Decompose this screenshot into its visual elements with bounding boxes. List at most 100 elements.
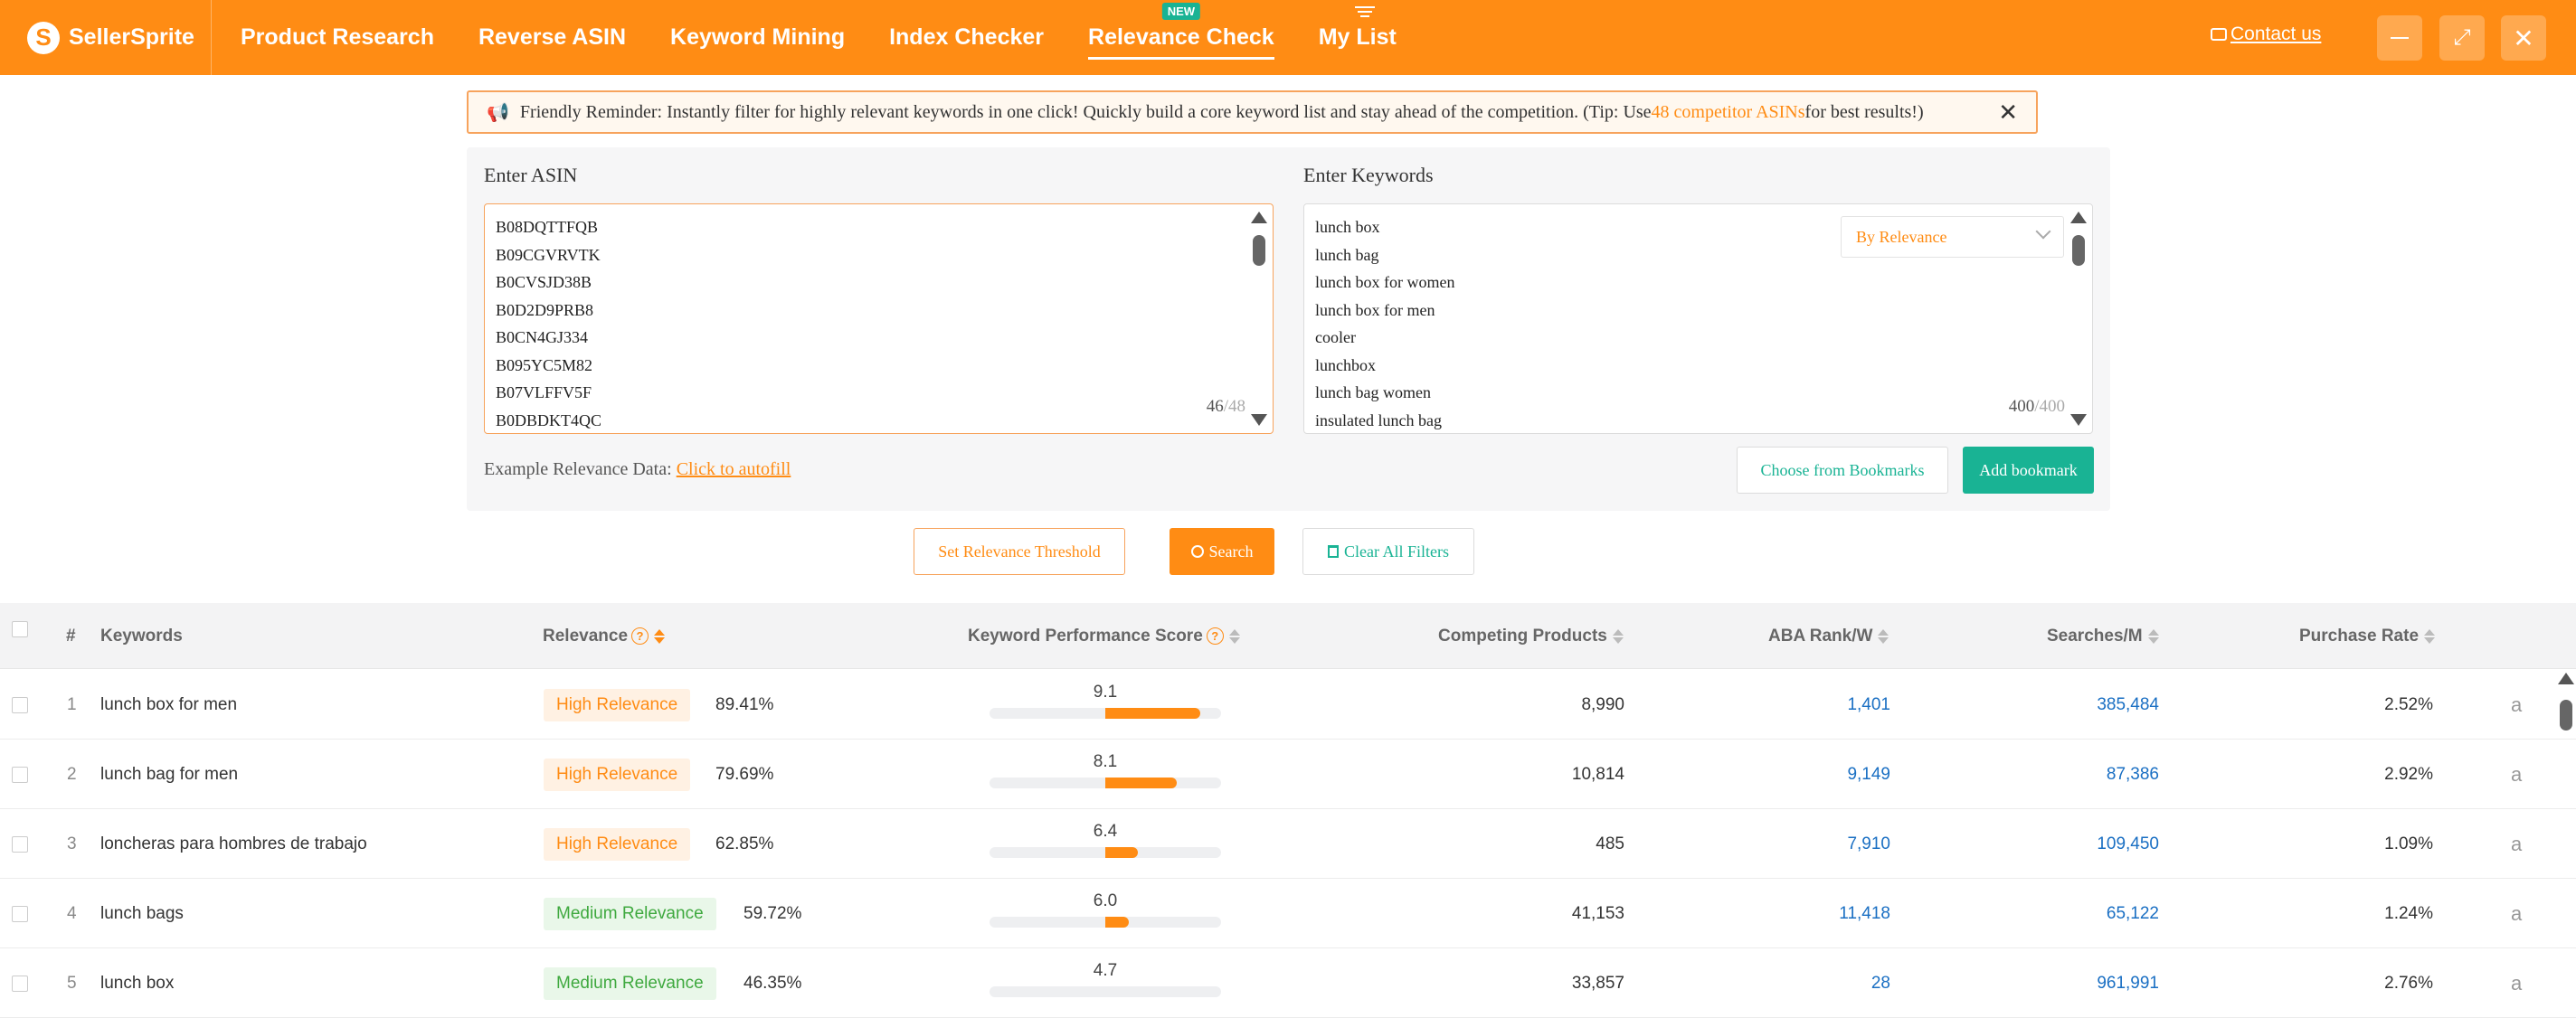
row-checkbox[interactable] — [12, 836, 28, 853]
scrollbar-thumb[interactable] — [1253, 235, 1265, 266]
competing-products: 485 — [1596, 834, 1624, 853]
aba-rank-link[interactable]: 7,910 — [1847, 809, 1890, 879]
row-checkbox[interactable] — [12, 906, 28, 922]
purchase-rate: 2.92% — [2384, 764, 2433, 784]
keyword-line: lunch bag women — [1315, 383, 1431, 401]
table-row[interactable]: 1 lunch box for men High Relevance 89.41% 9.… — [0, 670, 2576, 740]
scrollbar-thumb[interactable] — [2072, 235, 2085, 266]
sort-icon[interactable] — [1878, 628, 1889, 644]
chevron-down-icon — [2035, 223, 2051, 240]
autofill-link[interactable]: Click to autofill — [677, 459, 791, 479]
header-searches[interactable]: Searches/M — [2047, 603, 2159, 669]
keywords-textarea[interactable]: lunch box lunch bag lunch box for women lun… — [1303, 203, 2093, 434]
competing-products: 41,153 — [1571, 903, 1624, 923]
header-relevance[interactable]: Relevance? — [543, 603, 666, 669]
sort-icon[interactable] — [654, 628, 666, 644]
aba-rank-link[interactable]: 1,401 — [1847, 670, 1890, 740]
search-button[interactable]: Search — [1170, 528, 1274, 575]
nav-index-checker[interactable]: Index Checker — [889, 0, 1044, 75]
row-checkbox[interactable] — [12, 697, 28, 713]
asin-count: 46/48 — [1206, 397, 1245, 416]
sort-icon[interactable] — [1612, 628, 1624, 644]
table-scrollbar-thumb[interactable] — [2560, 700, 2572, 731]
searches-link[interactable]: 109,450 — [2097, 809, 2159, 879]
clear-filters-button[interactable]: Clear All Filters — [1302, 528, 1474, 575]
searches-link[interactable]: 961,991 — [2097, 948, 2159, 1018]
keyword-cell[interactable]: lunch bag for men — [100, 740, 238, 809]
competing-products: 33,857 — [1571, 973, 1624, 993]
row-checkbox[interactable] — [12, 767, 28, 783]
reminder-suffix: for best results!) — [1804, 101, 1924, 122]
scroll-up-icon[interactable] — [1251, 212, 1267, 223]
asin-textarea[interactable]: B08DQTTFQB B09CGVRVTK B0CVSJD38B B0D2D9PRB8… — [484, 203, 1274, 434]
row-checkbox[interactable] — [12, 976, 28, 992]
keyword-line: lunch box for women — [1315, 273, 1455, 291]
logo[interactable]: S SellerSprite — [0, 0, 212, 75]
scroll-up-icon[interactable] — [2558, 673, 2574, 684]
nav-relevance-check[interactable]: NEW Relevance Check — [1088, 0, 1274, 75]
purchase-rate: 2.52% — [2384, 694, 2433, 714]
keyword-cell[interactable]: lunch box — [100, 948, 174, 1018]
score-gauge: 6.4 — [990, 822, 1221, 858]
table-row[interactable]: 2 lunch bag for men High Relevance 79.69% 8.… — [0, 740, 2576, 809]
nav-reverse-asin[interactable]: Reverse ASIN — [478, 0, 626, 75]
minimize-button[interactable] — [2377, 15, 2422, 61]
amazon-icon[interactable]: a — [2511, 763, 2522, 787]
table-row[interactable]: 5 lunch box Medium Relevance 46.35% 4.7 33,85… — [0, 948, 2576, 1018]
relevance-percent: 62.85% — [715, 834, 774, 853]
maximize-button[interactable]: ⤢ — [2439, 15, 2485, 61]
sort-icon[interactable] — [2147, 628, 2159, 644]
asin-line: B08DQTTFQB — [496, 218, 599, 236]
reminder-close-icon[interactable]: ✕ — [1998, 99, 2018, 127]
header-aba-rank[interactable]: ABA Rank/W — [1768, 603, 1889, 669]
header-keywords: Keywords — [100, 626, 183, 646]
header-score[interactable]: Keyword Performance Score? — [968, 603, 1240, 669]
sort-icon[interactable] — [2424, 628, 2436, 644]
amazon-icon[interactable]: a — [2511, 693, 2522, 717]
table-row[interactable]: 4 lunch bags Medium Relevance 59.72% 6.0 41,1… — [0, 879, 2576, 948]
aba-rank-link[interactable]: 28 — [1871, 948, 1890, 1018]
nav-keyword-mining[interactable]: Keyword Mining — [670, 0, 845, 75]
asin-list: B08DQTTFQB B09CGVRVTK B0CVSJD38B B0D2D9PRB8… — [496, 213, 601, 433]
sort-icon[interactable] — [1228, 628, 1240, 644]
score-bar — [990, 778, 1221, 788]
searches-link[interactable]: 87,386 — [2107, 740, 2159, 809]
relevance-badge: High Relevance — [544, 688, 691, 721]
scroll-up-icon[interactable] — [2070, 212, 2087, 223]
keyword-cell[interactable]: loncheras para hombres de trabajo — [100, 809, 367, 879]
close-window-button[interactable]: ✕ — [2501, 15, 2546, 61]
add-bookmark-button[interactable]: Add bookmark — [1963, 447, 2094, 494]
set-threshold-button[interactable]: Set Relevance Threshold — [914, 528, 1125, 575]
score-value: 9.1 — [1093, 683, 1118, 702]
header-competing[interactable]: Competing Products — [1438, 603, 1624, 669]
searches-link[interactable]: 385,484 — [2097, 670, 2159, 740]
help-icon[interactable]: ? — [631, 627, 649, 645]
amazon-icon[interactable]: a — [2511, 902, 2522, 926]
contact-us-link[interactable]: Contact us — [2211, 24, 2321, 45]
example-data: Example Relevance Data: Click to autofil… — [484, 459, 791, 479]
scroll-down-icon[interactable] — [1251, 414, 1267, 426]
scroll-down-icon[interactable] — [2070, 414, 2087, 426]
amazon-icon[interactable]: a — [2511, 972, 2522, 995]
table-row[interactable]: 3 loncheras para hombres de trabajo High R… — [0, 809, 2576, 879]
keyword-cell[interactable]: lunch bags — [100, 879, 184, 948]
help-icon[interactable]: ? — [1206, 627, 1224, 645]
aba-rank-link[interactable]: 11,418 — [1839, 879, 1890, 948]
asin-line: B0D2D9PRB8 — [496, 300, 594, 319]
select-all-checkbox[interactable] — [12, 621, 28, 637]
amazon-icon[interactable]: a — [2511, 833, 2522, 856]
asin-line: B0CVSJD38B — [496, 273, 592, 291]
aba-rank-link[interactable]: 9,149 — [1847, 740, 1890, 809]
score-gauge: 4.7 — [990, 961, 1221, 997]
score-gauge: 9.1 — [990, 683, 1221, 719]
competing-products: 8,990 — [1581, 694, 1624, 714]
header-purchase-rate[interactable]: Purchase Rate — [2299, 603, 2436, 669]
sort-select[interactable]: By Relevance — [1841, 216, 2064, 258]
choose-bookmarks-button[interactable]: Choose from Bookmarks — [1737, 447, 1948, 494]
reminder-highlight: 48 competitor ASINs — [1651, 101, 1805, 122]
nav-product-research[interactable]: Product Research — [241, 0, 434, 75]
nav-my-list[interactable]: My List — [1319, 0, 1397, 75]
top-bar: S SellerSprite Product Research Reverse … — [0, 0, 2576, 75]
searches-link[interactable]: 65,122 — [2107, 879, 2159, 948]
keyword-cell[interactable]: lunch box for men — [100, 670, 237, 740]
